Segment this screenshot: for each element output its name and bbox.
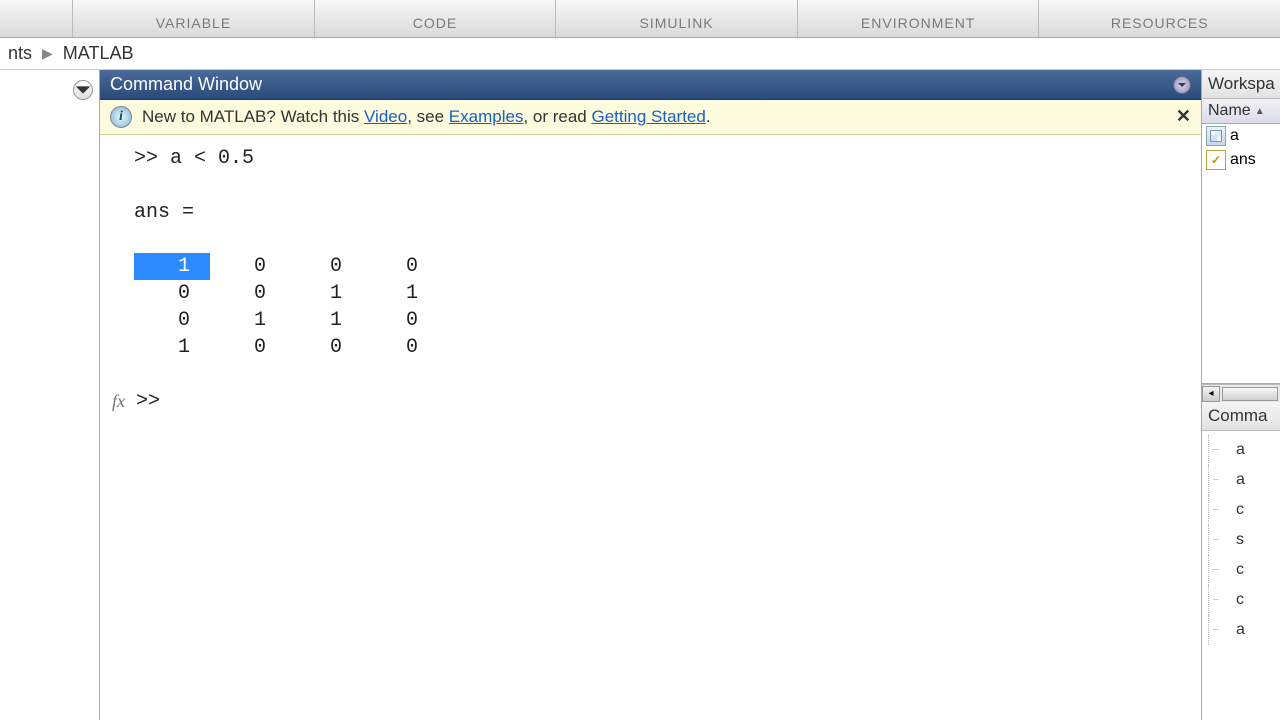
- table-row: 1000: [134, 334, 1201, 361]
- toolbar-group-environment[interactable]: ENVIRONMENT: [798, 0, 1040, 37]
- scroll-thumb[interactable]: [1222, 387, 1278, 401]
- horizontal-scrollbar[interactable]: ◂: [1202, 384, 1280, 402]
- banner-text: New to MATLAB? Watch this Video, see Exa…: [142, 107, 711, 127]
- history-item[interactable]: ┈a: [1208, 435, 1278, 465]
- welcome-banner: i New to MATLAB? Watch this Video, see E…: [100, 100, 1201, 135]
- toolbar-group-variable[interactable]: VARIABLE: [73, 0, 315, 37]
- toolbar-group-simulink[interactable]: SIMULINK: [556, 0, 798, 37]
- history-item[interactable]: ┈a: [1208, 615, 1278, 645]
- breadcrumb-item[interactable]: nts: [8, 43, 32, 64]
- table-row: 0011: [134, 280, 1201, 307]
- history-item[interactable]: ┈s: [1208, 525, 1278, 555]
- history-item[interactable]: ┈c: [1208, 495, 1278, 525]
- toolbar-group-resources[interactable]: RESOURCES: [1039, 0, 1280, 37]
- workspace-variable[interactable]: ✓ ans: [1202, 148, 1280, 172]
- fx-icon[interactable]: fx: [112, 391, 130, 412]
- table-row: 0110: [134, 307, 1201, 334]
- ans-label: ans =: [112, 199, 1201, 226]
- command-input-echo: >> a < 0.5: [112, 145, 1201, 172]
- breadcrumb-item[interactable]: MATLAB: [63, 43, 134, 64]
- panel-menu-button[interactable]: [73, 80, 93, 100]
- workspace-column-header[interactable]: Name ▲: [1202, 99, 1280, 124]
- workspace-list: a ✓ ans: [1202, 124, 1280, 384]
- table-row: 1000: [134, 253, 1201, 280]
- current-folder-panel: [0, 70, 100, 720]
- ribbon-toolbar: VARIABLE CODE SIMULINK ENVIRONMENT RESOU…: [0, 0, 1280, 38]
- close-icon[interactable]: ✕: [1176, 106, 1191, 127]
- history-item[interactable]: ┈c: [1208, 555, 1278, 585]
- right-dock: Workspa Name ▲ a ✓ ans ◂ Comma ┈a ┈a ┈c: [1202, 70, 1280, 720]
- examples-link[interactable]: Examples: [449, 107, 524, 126]
- command-history-list: ┈a ┈a ┈c ┈s ┈c ┈c ┈a: [1202, 431, 1280, 720]
- scroll-left-button[interactable]: ◂: [1202, 386, 1220, 402]
- panel-menu-button[interactable]: [1173, 76, 1191, 94]
- command-window-titlebar[interactable]: Command Window: [100, 70, 1201, 100]
- panel-title: Command Window: [110, 74, 262, 95]
- command-history-title[interactable]: Comma: [1202, 402, 1280, 431]
- sort-asc-icon: ▲: [1255, 106, 1265, 117]
- history-item[interactable]: ┈a: [1208, 465, 1278, 495]
- command-window-body[interactable]: >> a < 0.5 ans = 1000 0011 0110 1000: [100, 135, 1201, 720]
- chevron-right-icon: ▶: [42, 45, 53, 62]
- info-icon: i: [110, 106, 132, 128]
- workspace-title[interactable]: Workspa: [1202, 70, 1280, 99]
- ans-matrix: 1000 0011 0110 1000: [112, 253, 1201, 361]
- matrix-cell[interactable]: 1: [134, 253, 210, 280]
- breadcrumb[interactable]: nts ▶ MATLAB: [0, 38, 1280, 70]
- command-window-panel: Command Window i New to MATLAB? Watch th…: [100, 70, 1202, 720]
- getting-started-link[interactable]: Getting Started: [591, 107, 705, 126]
- history-item[interactable]: ┈c: [1208, 585, 1278, 615]
- command-prompt[interactable]: >>: [136, 388, 172, 415]
- video-link[interactable]: Video: [364, 107, 407, 126]
- matrix-icon: [1206, 126, 1226, 146]
- workspace-variable[interactable]: a: [1202, 124, 1280, 148]
- logical-icon: ✓: [1206, 150, 1226, 170]
- toolbar-group-code[interactable]: CODE: [315, 0, 557, 37]
